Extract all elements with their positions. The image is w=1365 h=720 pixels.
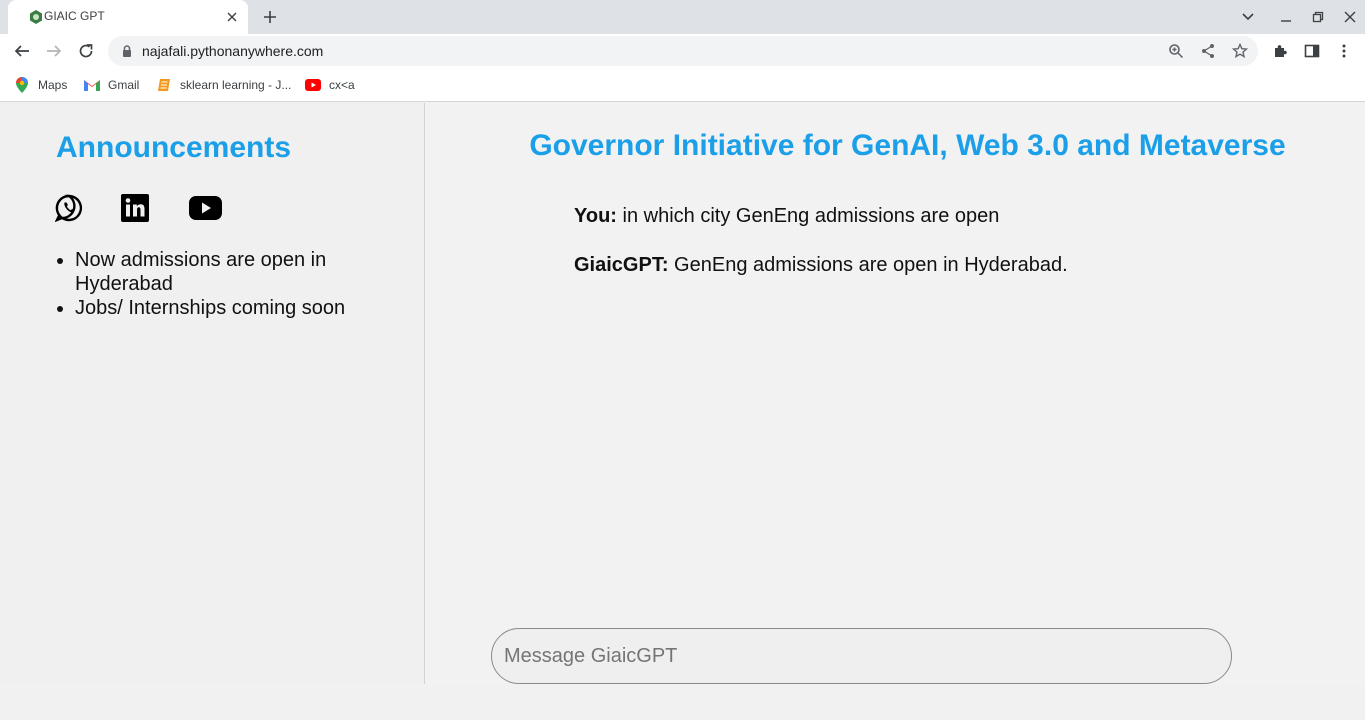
restore-icon[interactable] (1307, 6, 1329, 28)
linkedin-icon[interactable] (121, 193, 149, 223)
message-text: GenEng admissions are open in Hyderabad. (674, 254, 1068, 276)
new-tab-icon[interactable] (259, 6, 281, 28)
address-bar[interactable]: najafali.pythonanywhere.com (108, 36, 1258, 66)
message-input[interactable] (491, 628, 1232, 684)
lock-icon[interactable] (120, 44, 134, 58)
close-window-icon[interactable] (1339, 6, 1361, 28)
bookmark-star-icon[interactable] (1230, 41, 1250, 61)
url-text[interactable]: najafali.pythonanywhere.com (142, 43, 323, 59)
tab-search-chevron-icon[interactable] (1237, 6, 1259, 28)
kebab-menu-icon[interactable] (1334, 41, 1354, 61)
extensions-puzzle-icon[interactable] (1270, 41, 1290, 61)
forward-arrow-icon[interactable] (42, 39, 66, 63)
page-content: Announcements Now admissions are open in… (0, 103, 1365, 684)
youtube-icon[interactable] (189, 193, 222, 223)
list-item: Jobs/ Internships coming soon (75, 296, 396, 320)
minimize-icon[interactable] (1275, 6, 1297, 28)
bookmarks-bar: Maps Gmail sklearn learning - J... cx<a (0, 68, 1365, 102)
back-arrow-icon[interactable] (10, 39, 34, 63)
zoom-icon[interactable] (1166, 41, 1186, 61)
share-icon[interactable] (1198, 41, 1218, 61)
browser-tab[interactable]: GIAIC GPT (8, 0, 248, 34)
youtube-icon (305, 77, 321, 93)
whatsapp-icon[interactable] (55, 193, 83, 223)
gmail-icon (84, 77, 100, 93)
reload-icon[interactable] (74, 39, 98, 63)
list-item: Now admissions are open in Hyderabad (75, 248, 396, 296)
notebook-icon (156, 77, 172, 93)
announcements-sidebar: Announcements Now admissions are open in… (0, 103, 425, 684)
chat-message-user: You: in which city GenEng admissions are… (574, 205, 999, 228)
bookmark-sklearn[interactable]: sklearn learning - J... (156, 76, 291, 94)
bookmark-youtube[interactable]: cx<a (305, 76, 355, 94)
tab-close-icon[interactable] (224, 9, 240, 25)
bookmark-label: Maps (38, 78, 68, 92)
side-panel-icon[interactable] (1302, 41, 1322, 61)
bottom-area (0, 684, 1365, 720)
tab-strip: GIAIC GPT (0, 0, 1365, 34)
tab-title: GIAIC GPT (44, 9, 105, 23)
bookmark-label: Gmail (108, 78, 140, 92)
page-title: Governor Initiative for GenAI, Web 3.0 a… (529, 129, 1286, 162)
announcements-list: Now admissions are open in Hyderabad Job… (56, 248, 396, 320)
maps-icon (14, 77, 30, 93)
message-sender: You: (574, 205, 617, 227)
bookmark-gmail[interactable]: Gmail (84, 76, 139, 94)
site-favicon-icon (28, 9, 44, 25)
message-sender: GiaicGPT: (574, 254, 669, 276)
bookmark-label: cx<a (329, 78, 355, 92)
announcements-heading: Announcements (56, 131, 292, 164)
message-text: in which city GenEng admissions are open (622, 205, 1000, 227)
bookmark-maps[interactable]: Maps (14, 76, 67, 94)
bookmark-label: sklearn learning - J... (180, 78, 292, 92)
chat-message-bot: GiaicGPT: GenEng admissions are open in … (574, 254, 1068, 277)
